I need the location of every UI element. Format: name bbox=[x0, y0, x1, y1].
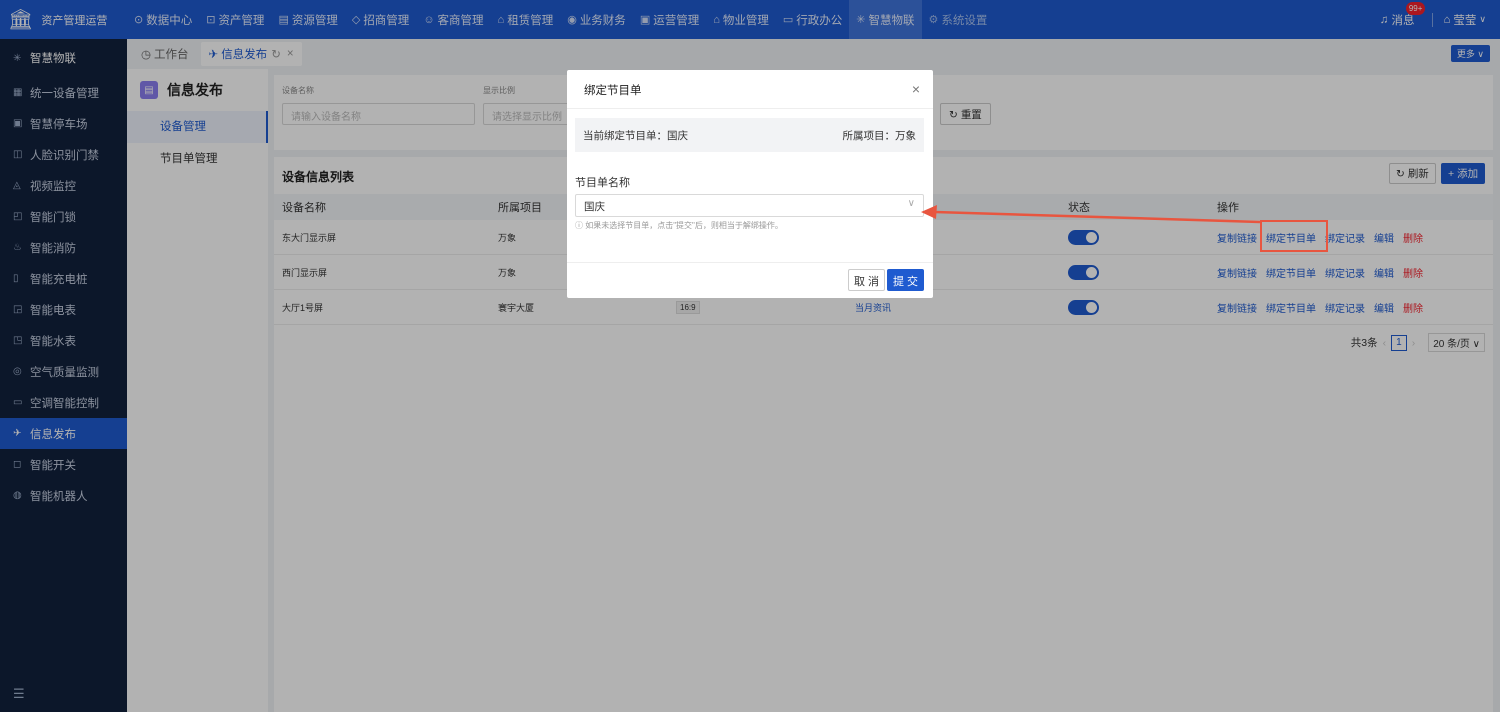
arrow-head bbox=[921, 205, 937, 219]
arrow-shaft bbox=[934, 210, 1261, 224]
annotation-arrow bbox=[921, 205, 1261, 224]
